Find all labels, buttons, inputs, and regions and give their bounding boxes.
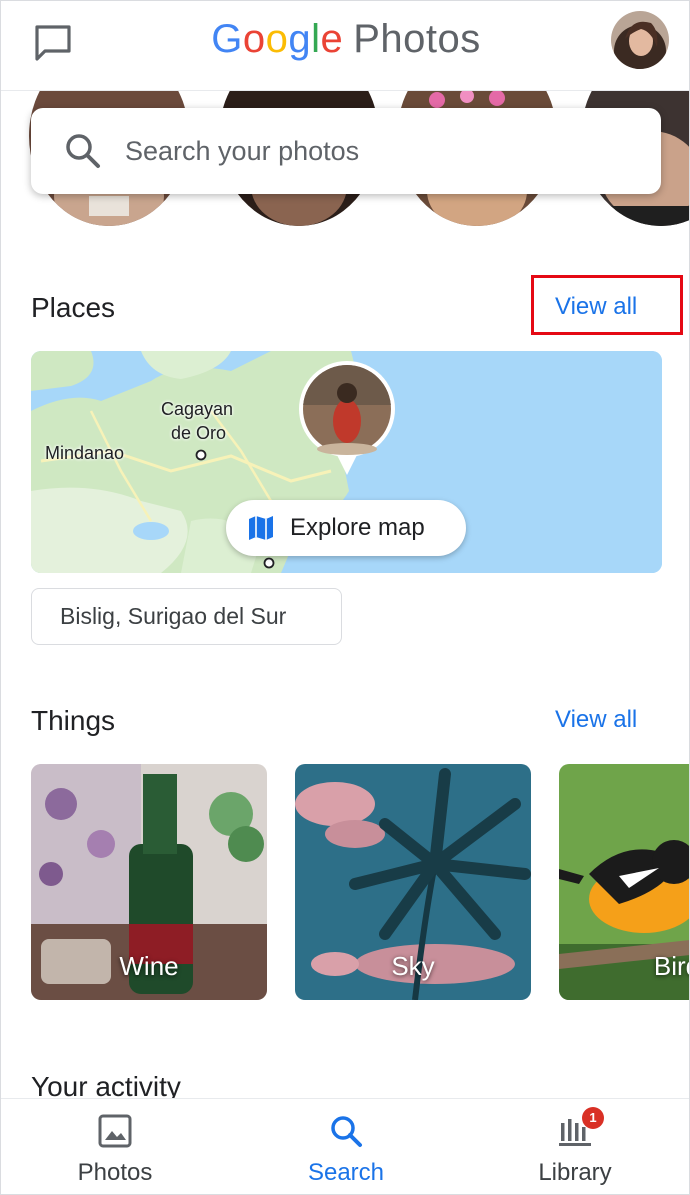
search-icon — [331, 1116, 362, 1147]
things-heading: Things — [31, 705, 116, 736]
thing-card-bird[interactable]: Bird — [559, 764, 689, 1000]
logo-photos-word: Photos — [353, 17, 481, 61]
nav-tab-search[interactable]: Search — [246, 1099, 446, 1194]
logo-letter: g — [288, 17, 312, 61]
highlight-box — [531, 275, 683, 335]
photo-pin-marker — [299, 361, 395, 475]
search-placeholder: Search your photos — [125, 135, 360, 166]
nav-label: Library — [538, 1159, 612, 1186]
logo-letter: o — [265, 17, 289, 61]
search-photos-field[interactable]: Search your photos — [31, 108, 661, 194]
google-photos-logo: Google Photos — [1, 17, 689, 62]
explore-map-label: Explore map — [290, 514, 425, 541]
nav-label: Photos — [77, 1159, 153, 1186]
places-heading: Places — [31, 292, 116, 323]
logo-letter: G — [211, 17, 243, 61]
bottom-navigation: Photos Search 1 Library — [1, 1098, 689, 1194]
map-label-de-oro: de Oro — [171, 423, 227, 443]
thing-label: Sky — [391, 951, 435, 981]
logo-letter: e — [320, 17, 344, 61]
map-icon — [249, 516, 273, 540]
avatar-photo — [611, 11, 669, 69]
app-screen: Google Photos Search your photos Places … — [0, 0, 690, 1195]
nav-label: Search — [307, 1159, 385, 1186]
map-label-cagayan: Cagayan — [161, 399, 234, 419]
search-icon — [66, 134, 100, 168]
logo-letter: o — [242, 17, 266, 61]
nav-tab-photos[interactable]: Photos — [15, 1099, 215, 1194]
image-icon — [98, 1114, 132, 1148]
things-view-all-link[interactable]: View all — [555, 706, 637, 734]
place-chip-bislig[interactable]: Bislig, Surigao del Sur — [31, 588, 342, 645]
top-app-bar: Google Photos — [1, 1, 689, 91]
thing-card-wine[interactable]: Wine — [31, 764, 267, 1000]
thing-label: Wine — [119, 951, 179, 981]
thing-label: Bird — [653, 951, 689, 981]
explore-map-button[interactable]: Explore map — [226, 500, 466, 556]
nav-tab-library[interactable]: 1 Library — [475, 1099, 675, 1194]
thing-card-sky[interactable]: Sky — [295, 764, 531, 1000]
map-label-mindanao: Mindanao — [45, 443, 125, 463]
map-photo-pin[interactable] — [295, 359, 399, 477]
account-avatar[interactable] — [611, 11, 669, 69]
notification-badge: 1 — [582, 1107, 604, 1129]
